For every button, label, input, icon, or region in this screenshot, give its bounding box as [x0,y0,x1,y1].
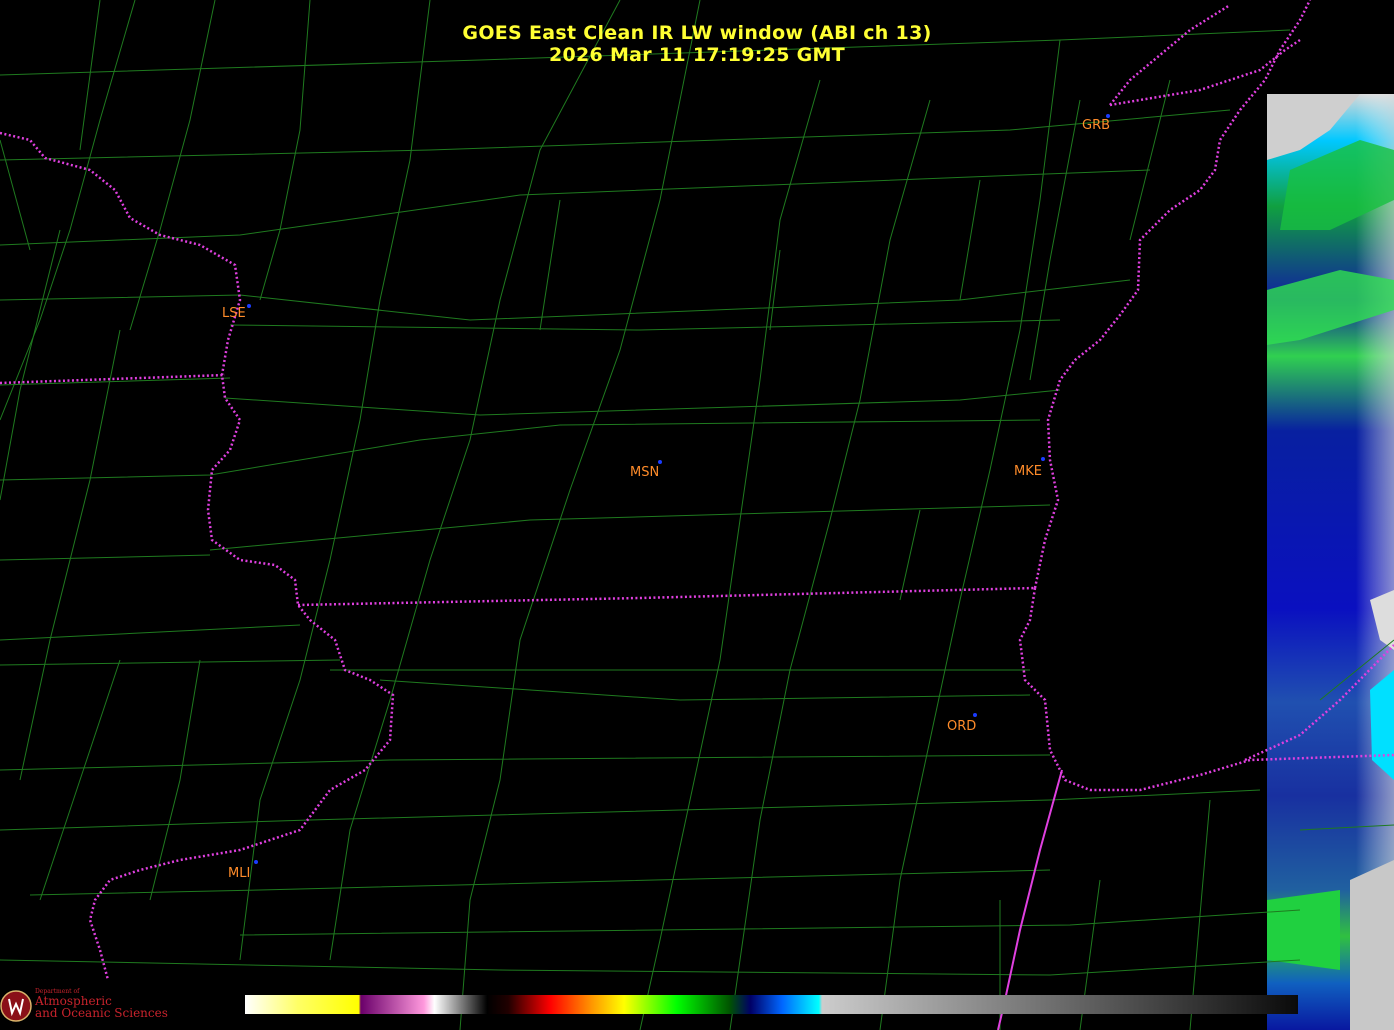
map-timestamp: 2026 Mar 11 17:19:25 GMT [548,44,846,66]
logo-text: Department of Atmospheric and Oceanic Sc… [35,988,168,1019]
station-dot-msn [658,460,662,464]
station-label-lse: LSE [222,306,246,321]
station-label-msn: MSN [630,465,660,480]
station-dot-ord [973,713,977,717]
station-dot-lse [247,304,251,308]
station-dot-mke [1041,457,1045,461]
station-label-grb: GRB [1082,118,1111,133]
logo-line2: and Oceanic Sciences [35,1006,168,1020]
map-title: GOES East Clean IR LW window (ABI ch 13) [462,22,932,44]
station-dot-mli [254,860,258,864]
station-label-ord: ORD [947,719,977,734]
station-label-mli: MLI [228,866,251,881]
state-line-south [997,769,1063,1030]
station-label-mke: MKE [1014,464,1042,479]
cloud-imagery [1267,94,1394,1030]
colorbar [245,995,1298,1014]
state-borders [0,0,1394,981]
county-lines [0,0,1394,1030]
satellite-map [0,0,1394,1030]
